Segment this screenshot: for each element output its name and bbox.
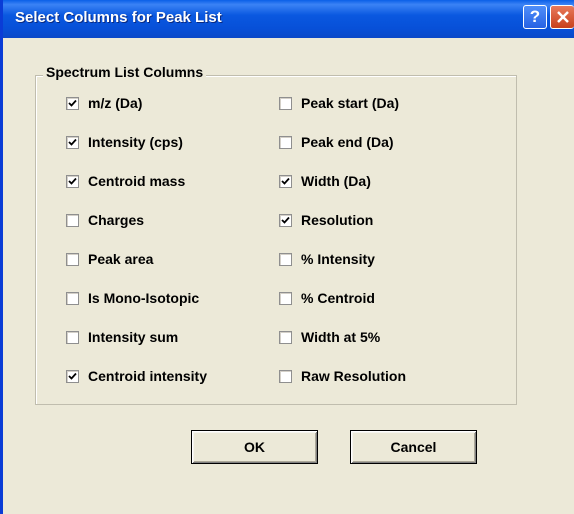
checkbox-intensity[interactable] <box>279 252 292 266</box>
checkbox-label: Peak end (Da) <box>301 134 394 150</box>
checkbox-label: m/z (Da) <box>88 95 143 111</box>
checkbox-centroid-mass[interactable] <box>66 174 79 188</box>
checkbox-label: % Centroid <box>301 290 375 306</box>
checkmark-icon <box>281 177 290 185</box>
checkmark-icon <box>68 138 77 146</box>
dialog-window: Select Columns for Peak List ? Spectrum … <box>0 0 574 514</box>
checkbox-row-intensity-cps[interactable]: Intensity (cps) <box>66 131 183 153</box>
help-button[interactable]: ? <box>523 5 547 29</box>
checkbox-label: Centroid intensity <box>88 368 208 384</box>
checkbox-row-width-da[interactable]: Width (Da) <box>279 170 371 192</box>
groupbox-legend: Spectrum List Columns <box>43 64 207 80</box>
checkbox-label: Intensity (cps) <box>88 134 183 150</box>
dialog-title: Select Columns for Peak List <box>15 9 222 26</box>
spectrum-columns-groupbox <box>35 75 517 405</box>
checkbox-label: Peak start (Da) <box>301 95 400 111</box>
title-bar[interactable]: Select Columns for Peak List ? <box>3 0 574 38</box>
checkbox-raw-resolution[interactable] <box>279 369 292 383</box>
checkbox-intensity-sum[interactable] <box>66 330 79 344</box>
checkbox-row-peak-start-da[interactable]: Peak start (Da) <box>279 92 399 114</box>
close-x-icon <box>556 11 569 23</box>
checkmark-icon <box>68 372 77 380</box>
checkbox-row-is-mono-isotopic[interactable]: Is Mono-Isotopic <box>66 287 199 309</box>
checkbox-width-at-5[interactable] <box>279 330 292 344</box>
checkbox-peak-start-da[interactable] <box>279 96 292 110</box>
checkbox-row-centroid[interactable]: % Centroid <box>279 287 375 309</box>
checkbox-centroid-intensity[interactable] <box>66 369 79 383</box>
checkmark-icon <box>68 177 77 185</box>
checkbox-row-centroid-intensity[interactable]: Centroid intensity <box>66 365 207 387</box>
checkbox-label: Resolution <box>301 212 374 228</box>
checkbox-label: Peak area <box>88 251 154 267</box>
checkbox-row-m-z-da[interactable]: m/z (Da) <box>66 92 142 114</box>
checkbox-row-raw-resolution[interactable]: Raw Resolution <box>279 365 406 387</box>
checkbox-intensity-cps[interactable] <box>66 135 79 149</box>
checkbox-row-peak-end-da[interactable]: Peak end (Da) <box>279 131 394 153</box>
checkbox-row-intensity[interactable]: % Intensity <box>279 248 375 270</box>
checkbox-label: Width (Da) <box>301 173 371 189</box>
checkmark-icon <box>281 216 290 224</box>
checkbox-label: Raw Resolution <box>301 368 407 384</box>
checkbox-label: Intensity sum <box>88 329 179 345</box>
checkbox-row-centroid-mass[interactable]: Centroid mass <box>66 170 185 192</box>
checkbox-row-resolution[interactable]: Resolution <box>279 209 373 231</box>
checkbox-row-intensity-sum[interactable]: Intensity sum <box>66 326 178 348</box>
checkbox-label: Centroid mass <box>88 173 186 189</box>
checkbox-peak-end-da[interactable] <box>279 135 292 149</box>
checkbox-is-mono-isotopic[interactable] <box>66 291 79 305</box>
checkbox-resolution[interactable] <box>279 213 292 227</box>
checkbox-label: Width at 5% <box>301 329 381 345</box>
checkbox-charges[interactable] <box>66 213 79 227</box>
checkbox-width-da[interactable] <box>279 174 292 188</box>
checkbox-row-peak-area[interactable]: Peak area <box>66 248 153 270</box>
checkbox-centroid[interactable] <box>279 291 292 305</box>
question-mark-icon: ? <box>529 7 541 26</box>
cancel-button[interactable]: Cancel <box>350 430 477 464</box>
checkbox-m-z-da[interactable] <box>66 96 79 110</box>
ok-button[interactable]: OK <box>191 430 318 464</box>
checkbox-label: Is Mono-Isotopic <box>88 290 200 306</box>
close-button[interactable] <box>550 5 574 29</box>
checkbox-label: % Intensity <box>301 251 375 267</box>
checkmark-icon <box>68 99 77 107</box>
checkbox-peak-area[interactable] <box>66 252 79 266</box>
checkbox-label: Charges <box>88 212 145 228</box>
checkbox-row-width-at-5[interactable]: Width at 5% <box>279 326 380 348</box>
checkbox-row-charges[interactable]: Charges <box>66 209 144 231</box>
